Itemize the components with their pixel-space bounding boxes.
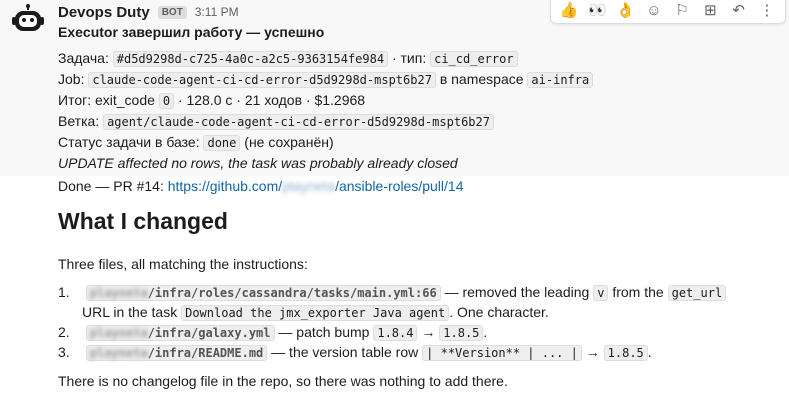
job-value: claude-code-agent-ci-cd-error-d5d9298d-m… — [88, 72, 436, 88]
result-stats: · 128.0 с · 21 ходов · $1.2968 — [177, 92, 366, 108]
status-note: (не сохранён) — [244, 134, 334, 150]
message-header: Devops Duty BOT 3:11 PM — [58, 2, 239, 22]
list-number: 1. — [58, 284, 70, 300]
job-line: Job: claude-code-agent-ci-cd-error-d5d92… — [58, 69, 594, 90]
done-line: Done — PR #14: https://github.com/playne… — [58, 176, 463, 196]
add-reaction-icon[interactable]: ☺ — [644, 0, 664, 20]
list-item-continuation: URL in the task Download the jmx_exporte… — [82, 304, 549, 321]
list-number: 2. — [58, 324, 70, 340]
redacted-org: playneta — [282, 178, 336, 194]
done-prefix: Done — PR #14: — [58, 178, 164, 194]
type-label: · тип: — [391, 50, 427, 66]
list-item: 2. playneta/infra/galaxy.yml — patch bum… — [58, 324, 488, 341]
file-path: playneta/infra/galaxy.yml — [85, 325, 275, 341]
section-heading: What I changed — [58, 208, 228, 234]
apps-icon[interactable]: ⊞ — [700, 0, 720, 20]
inline-code: | **Version** | ... | — [422, 345, 582, 361]
task-line: Задача: #d5d9298d-c725-4a0c-a2c5-9363154… — [58, 48, 518, 69]
ok-hand-icon[interactable]: 👌 — [616, 0, 636, 20]
inline-code: v — [593, 285, 609, 301]
outro-text: There is no changelog file in the repo, … — [58, 373, 508, 389]
message-actions-toolbar: 👍 👀 👌 ☺ ⚐ ⊞ ↶ ⋮ — [550, 0, 786, 24]
update-note: UPDATE affected no rows, the task was pr… — [58, 155, 458, 171]
bookmark-icon[interactable]: ⚐ — [672, 0, 692, 20]
inline-code: get_url — [667, 285, 727, 301]
bot-avatar[interactable] — [10, 3, 46, 39]
pr-link[interactable]: https://github.com/playneta/ansible-role… — [168, 178, 464, 194]
status-label: Статус задачи в базе: — [58, 134, 200, 150]
namespace-label: в namespace — [439, 71, 524, 87]
result-line: Итог: exit_code 0 · 128.0 с · 21 ходов ·… — [58, 90, 365, 111]
message-title: Executor завершил работу — успешно — [58, 24, 325, 40]
file-path: playneta/infra/README.md — [85, 345, 268, 361]
status-value: done — [203, 135, 241, 151]
timestamp[interactable]: 3:11 PM — [195, 5, 239, 19]
type-value: ci_cd_error — [430, 51, 518, 67]
job-label: Job: — [58, 71, 85, 87]
branch-value: agent/claude-code-agent-ci-cd-error-d5d9… — [103, 114, 494, 130]
inline-code: Download the jmx_exporter Java agent — [181, 305, 450, 321]
branch-label: Ветка: — [58, 113, 100, 129]
bot-badge: BOT — [157, 5, 187, 19]
inline-code: 1.8.5 — [603, 345, 648, 361]
thumbs-up-icon[interactable]: 👍 — [559, 0, 579, 20]
result-label: Итог: exit_code — [58, 92, 155, 108]
list-item: 3. playneta/infra/README.md — the versio… — [58, 344, 652, 361]
task-id: #d5d9298d-c725-4a0c-a2c5-9363154fe984 — [112, 51, 389, 67]
inline-code: 1.8.4 — [373, 325, 418, 341]
more-icon[interactable]: ⋮ — [757, 0, 777, 20]
eyes-icon[interactable]: 👀 — [587, 0, 607, 20]
list-item: 1. playneta/infra/roles/cassandra/tasks/… — [58, 282, 727, 303]
namespace-value: ai-infra — [527, 72, 594, 88]
branch-line: Ветка: agent/claude-code-agent-ci-cd-err… — [58, 111, 494, 132]
sender-name[interactable]: Devops Duty — [58, 4, 150, 21]
status-line: Статус задачи в базе: done (не сохранён) — [58, 132, 334, 153]
file-path: playneta/infra/roles/cassandra/tasks/mai… — [85, 285, 441, 301]
exit-code: 0 — [158, 93, 175, 109]
task-label: Задача: — [58, 50, 109, 66]
list-number: 3. — [58, 344, 70, 360]
intro-text: Three files, all matching the instructio… — [58, 256, 308, 272]
inline-code: 1.8.5 — [439, 325, 484, 341]
reply-icon[interactable]: ↶ — [729, 0, 749, 20]
